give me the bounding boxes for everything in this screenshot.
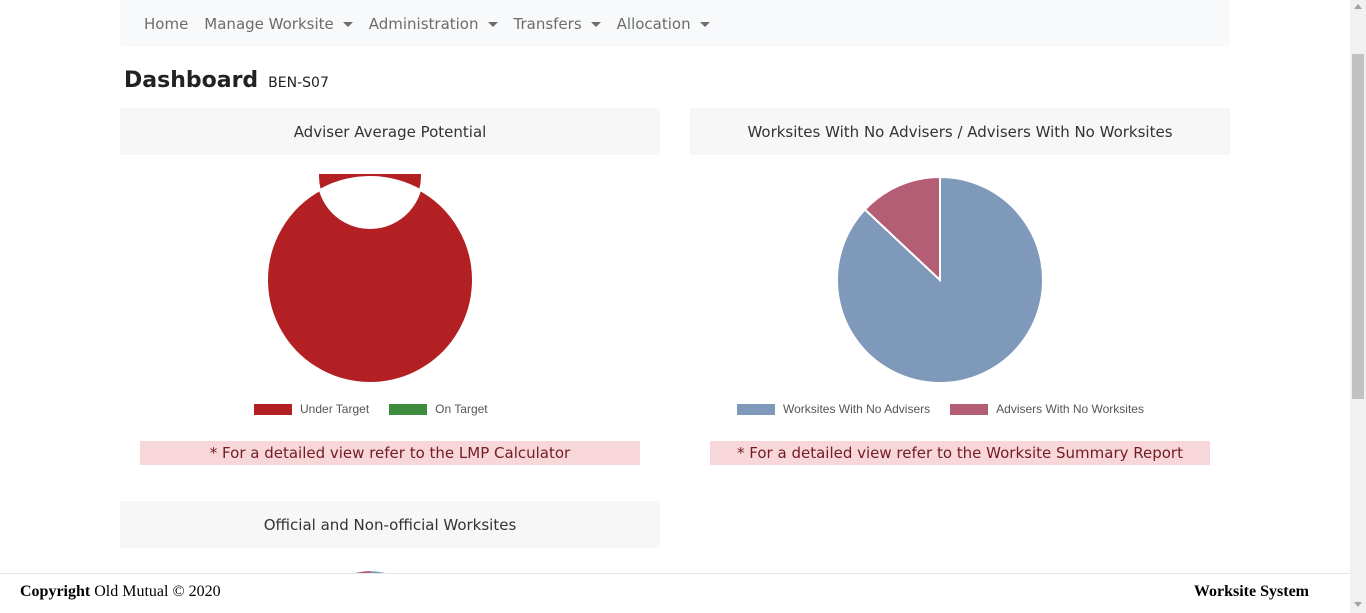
- legend-item-worksites-no-advisers[interactable]: Worksites With No Advisers: [737, 402, 930, 416]
- legend-label: Under Target: [300, 402, 370, 416]
- nav-administration-label: Administration: [368, 14, 479, 33]
- worksites-advisers-chart[interactable]: [835, 174, 1045, 386]
- adviser-potential-chart[interactable]: [265, 174, 475, 386]
- legend-swatch: [737, 403, 775, 415]
- legend-label: Advisers With No Worksites: [996, 402, 1144, 416]
- nav-home[interactable]: Home: [120, 4, 196, 44]
- worksites-advisers-legend: Worksites With No Advisers Advisers With…: [737, 402, 1164, 416]
- footer-copyright: Copyright Old Mutual © 2020: [20, 583, 221, 601]
- legend-label: On Target: [435, 402, 488, 416]
- legend-swatch: [389, 403, 428, 415]
- footer-system-name: Worksite System: [1193, 583, 1309, 600]
- legend-label: Worksites With No Advisers: [783, 402, 931, 416]
- caret-down-icon: [342, 22, 353, 27]
- legend-item-on-target[interactable]: On Target: [389, 402, 488, 416]
- nav-allocation[interactable]: Allocation: [609, 4, 718, 44]
- legend-item-advisers-no-worksites[interactable]: Advisers With No Worksites: [950, 402, 1144, 416]
- caret-down-icon: [699, 22, 710, 27]
- adviser-potential-header: Adviser Average Potential: [120, 108, 660, 155]
- nav-transfers-label: Transfers: [513, 14, 582, 33]
- legend-item-under-target[interactable]: Under Target: [254, 402, 369, 416]
- caret-down-icon: [487, 22, 498, 27]
- scroll-down-arrow-icon[interactable]: [1354, 602, 1362, 607]
- top-navbar: Home Manage Worksite Administration Tran…: [120, 0, 1230, 47]
- nav-manage-worksite[interactable]: Manage Worksite: [196, 4, 360, 44]
- nav-allocation-label: Allocation: [616, 14, 691, 33]
- page-title: Dashboard: [124, 68, 259, 93]
- nav-administration[interactable]: Administration: [361, 4, 506, 44]
- footer-copyright-bold: Copyright: [20, 583, 91, 600]
- vertical-scrollbar[interactable]: [1350, 0, 1366, 613]
- page-title-row: Dashboard BEN-S07: [124, 68, 329, 93]
- footer: Copyright Old Mutual © 2020 Worksite Sys…: [0, 573, 1350, 613]
- nav-manage-worksite-label: Manage Worksite: [204, 14, 334, 33]
- official-worksites-header: Official and Non-official Worksites: [120, 501, 660, 548]
- page-subtitle: BEN-S07: [268, 75, 329, 91]
- page: Home Manage Worksite Administration Tran…: [0, 0, 1350, 613]
- nav-transfers[interactable]: Transfers: [506, 4, 609, 44]
- nav-home-label: Home: [144, 14, 189, 33]
- legend-swatch: [254, 403, 292, 415]
- footer-copyright-text: Old Mutual © 2020: [90, 583, 221, 600]
- lmp-calculator-note: * For a detailed view refer to the LMP C…: [140, 441, 640, 465]
- scroll-thumb[interactable]: [1352, 54, 1364, 399]
- scroll-up-arrow-icon[interactable]: [1354, 4, 1362, 9]
- worksite-summary-note: * For a detailed view refer to the Works…: [710, 441, 1210, 465]
- legend-swatch: [950, 403, 989, 415]
- adviser-potential-legend: Under Target On Target: [254, 402, 508, 416]
- caret-down-icon: [590, 22, 601, 27]
- worksites-advisers-header: Worksites With No Advisers / Advisers Wi…: [690, 108, 1230, 155]
